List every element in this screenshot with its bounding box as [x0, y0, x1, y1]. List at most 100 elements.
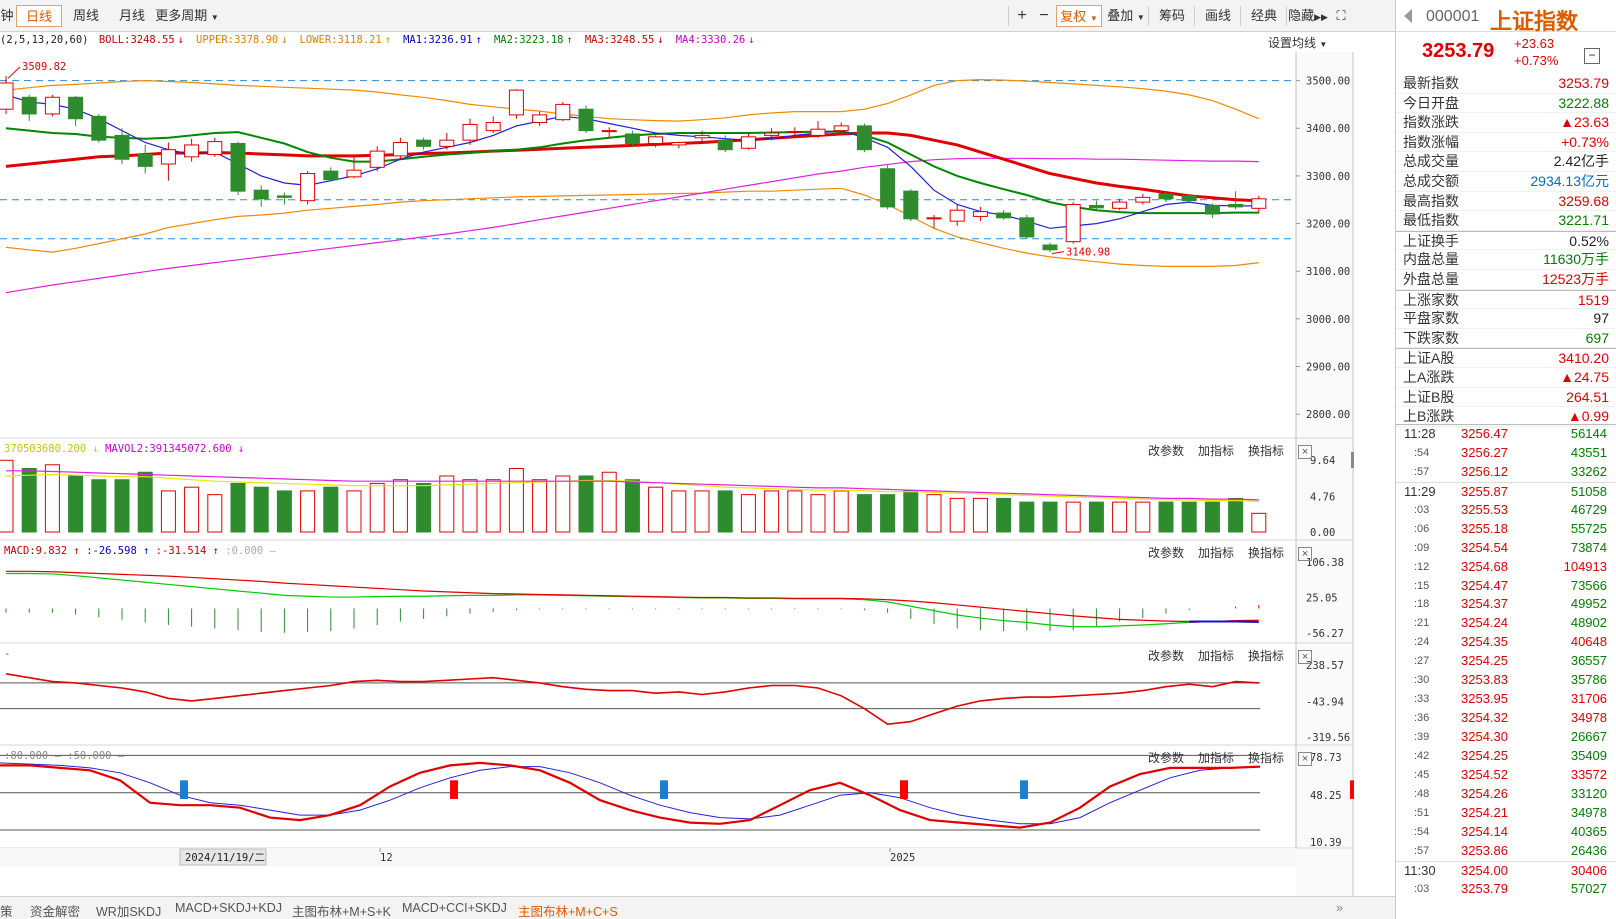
- tick-row[interactable]: :48 3254.26 33120: [1396, 785, 1616, 804]
- arrow-icon: ↑: [143, 545, 150, 557]
- tick-row[interactable]: :36 3254.32 34978: [1396, 709, 1616, 728]
- tab-boll-m-s-k[interactable]: 主图布林+M+S+K: [292, 901, 391, 919]
- macd-pane-tools: 改参数 加指标 换指标 ×: [1134, 544, 1313, 561]
- tick-row[interactable]: :33 3253.95 31706: [1396, 690, 1616, 709]
- tick-row[interactable]: :30 3253.83 35786: [1396, 671, 1616, 690]
- stat-value: 1519: [1577, 291, 1609, 308]
- tick-row[interactable]: 11:28 3256.47 56144: [1396, 425, 1616, 444]
- tick-row[interactable]: 11:29 3255.87 51058: [1396, 481, 1616, 501]
- period-tab-daily[interactable]: 日线: [16, 5, 62, 27]
- overlay-label: 叠加: [1107, 8, 1134, 23]
- double-chevron-right-icon[interactable]: »: [1336, 901, 1343, 915]
- candle-body: [1204, 204, 1220, 215]
- close-icon[interactable]: ×: [1298, 546, 1313, 561]
- classic-button[interactable]: 经典: [1244, 5, 1284, 27]
- close-icon[interactable]: ×: [1298, 649, 1313, 664]
- tick-row[interactable]: :27 3254.25 36557: [1396, 652, 1616, 671]
- adjust-dropdown[interactable]: 复权 ▼: [1056, 5, 1102, 27]
- more-periods-label: 更多周期: [155, 8, 208, 23]
- kdj-signal-mark: [900, 780, 908, 799]
- tick-volume: 34978: [1570, 710, 1607, 726]
- hide-button[interactable]: 隐藏▶▶: [1288, 5, 1328, 27]
- y-tick-label: 2800.00: [1306, 409, 1350, 421]
- tick-row[interactable]: :21 3254.24 48902: [1396, 614, 1616, 633]
- switch-indicator-button[interactable]: 换指标: [1248, 751, 1284, 765]
- tick-row[interactable]: :54 3256.27 43551: [1396, 444, 1616, 463]
- stat-row: 外盘总量 12523万手: [1396, 270, 1616, 290]
- tick-row[interactable]: :03 3255.53 46729: [1396, 501, 1616, 520]
- cci-tick-label: -43.94: [1306, 696, 1344, 708]
- volume-bar: [740, 494, 756, 533]
- tick-price: 3254.35: [1461, 634, 1508, 650]
- add-indicator-button[interactable]: 加指标: [1198, 546, 1234, 560]
- period-tab-monthly[interactable]: 月线: [112, 5, 152, 27]
- volume-bar: [323, 486, 339, 533]
- overlay-dropdown[interactable]: 叠加 ▼: [1104, 5, 1148, 27]
- tab-macd-cci-skdj[interactable]: MACD+CCI+SKDJ: [402, 901, 507, 915]
- tab-boll-m-c-s[interactable]: 主图布林+M+C+S: [518, 901, 618, 919]
- volume-bar: [856, 494, 872, 533]
- tick-row[interactable]: :12 3254.68 104913: [1396, 558, 1616, 577]
- edit-params-button[interactable]: 改参数: [1148, 444, 1184, 458]
- stat-value: 3259.68: [1558, 192, 1609, 209]
- zoom-out-button[interactable]: −: [1034, 5, 1054, 27]
- chips-button[interactable]: 筹码: [1152, 5, 1192, 27]
- edit-params-button[interactable]: 改参数: [1148, 546, 1184, 560]
- stat-value: 3222.88: [1558, 94, 1609, 111]
- tick-row[interactable]: :15 3254.47 73566: [1396, 577, 1616, 596]
- tick-row[interactable]: 11:30 3254.00 30406: [1396, 860, 1616, 880]
- tick-time: :54: [1414, 825, 1430, 838]
- add-indicator-button[interactable]: 加指标: [1198, 649, 1234, 663]
- tick-row[interactable]: :42 3254.25 35409: [1396, 747, 1616, 766]
- candle-body: [787, 131, 803, 134]
- triangle-left-icon[interactable]: [1404, 9, 1412, 23]
- legend-item: UPPER:3378.90 ↓: [196, 34, 294, 46]
- candle-body: [439, 139, 455, 147]
- zoom-in-button[interactable]: +: [1012, 5, 1032, 27]
- tick-row[interactable]: :45 3254.52 33572: [1396, 766, 1616, 785]
- set-ma-button[interactable]: 设置均线 ▼: [1268, 34, 1327, 51]
- candle-body: [1251, 198, 1267, 209]
- tab-wr-skdj[interactable]: WR加SKDJ: [96, 901, 161, 919]
- close-icon[interactable]: ×: [1298, 444, 1313, 459]
- stat-label: 内盘总量: [1403, 251, 1459, 268]
- kline-chart[interactable]: 3500.00 3400.00 3300.00 3200.00 3100.00 3000.…: [0, 52, 1354, 896]
- price-change: +23.63: [1514, 36, 1555, 51]
- add-indicator-button[interactable]: 加指标: [1198, 444, 1234, 458]
- tick-row[interactable]: :24 3254.35 40648: [1396, 633, 1616, 652]
- tick-time: :42: [1414, 749, 1430, 762]
- dash-icon: –: [54, 750, 61, 762]
- arrow-icon: ↑: [73, 545, 80, 557]
- period-tab-minute[interactable]: 钟: [0, 5, 14, 27]
- tick-time: :12: [1414, 560, 1430, 573]
- tick-row[interactable]: :09 3254.54 73874: [1396, 539, 1616, 558]
- tab-macd-skdj-kdj[interactable]: MACD+SKDJ+KDJ: [175, 901, 282, 915]
- edit-params-button[interactable]: 改参数: [1148, 649, 1184, 663]
- tick-list[interactable]: 11:28 3256.47 56144:54 3256.27 43551:57 3256.…: [1396, 424, 1616, 898]
- volume-bar: [717, 490, 733, 533]
- minimize-icon[interactable]: −: [1584, 48, 1600, 64]
- close-icon[interactable]: ×: [1298, 751, 1313, 766]
- tick-row[interactable]: :03 3253.79 57027: [1396, 880, 1616, 899]
- tick-row[interactable]: :18 3254.37 49952: [1396, 595, 1616, 614]
- tick-row[interactable]: :57 3253.86 26436: [1396, 842, 1616, 861]
- tab-fund-decode[interactable]: 资金解密: [30, 901, 80, 919]
- add-indicator-button[interactable]: 加指标: [1198, 751, 1234, 765]
- tick-row[interactable]: :54 3254.14 40365: [1396, 823, 1616, 842]
- y-tick-label: 3200.00: [1306, 219, 1350, 231]
- draw-line-button[interactable]: 画线: [1198, 5, 1238, 27]
- candle-body: [578, 108, 594, 132]
- switch-indicator-button[interactable]: 换指标: [1248, 649, 1284, 663]
- more-periods-dropdown[interactable]: 更多周期 ▼: [154, 5, 220, 27]
- tick-row[interactable]: :57 3256.12 33262: [1396, 463, 1616, 482]
- tick-row[interactable]: :51 3254.21 34978: [1396, 804, 1616, 823]
- tick-row[interactable]: :39 3254.30 26667: [1396, 728, 1616, 747]
- tick-row[interactable]: :06 3255.18 55725: [1396, 520, 1616, 539]
- fullscreen-icon[interactable]: ⛶: [1332, 5, 1350, 27]
- stat-label: 最低指数: [1403, 212, 1459, 229]
- edit-params-button[interactable]: 改参数: [1148, 751, 1184, 765]
- switch-indicator-button[interactable]: 换指标: [1248, 444, 1284, 458]
- period-tab-weekly[interactable]: 周线: [66, 5, 106, 27]
- tab-strategy[interactable]: 策: [0, 901, 13, 919]
- switch-indicator-button[interactable]: 换指标: [1248, 546, 1284, 560]
